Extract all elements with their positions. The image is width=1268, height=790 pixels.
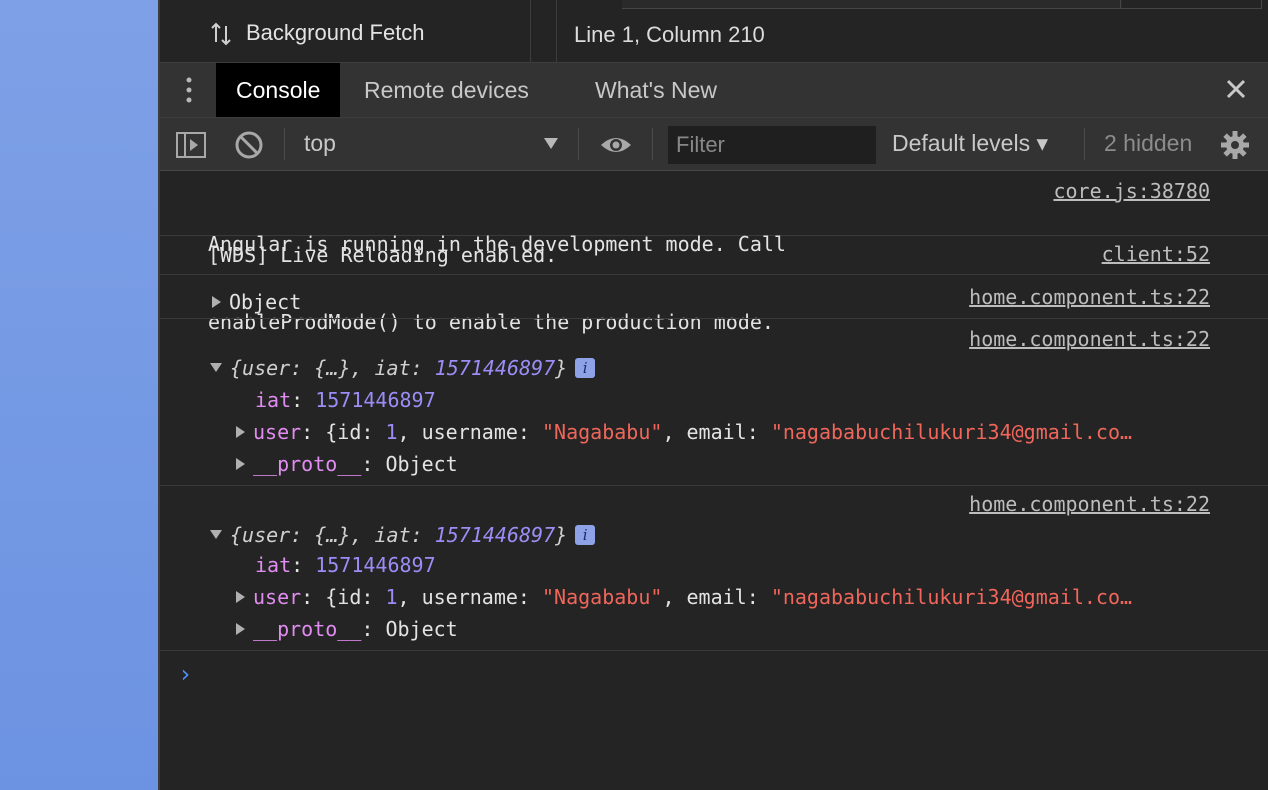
console-messages: Angular is running in the development mo… xyxy=(160,171,1268,651)
sidebar-item-background-fetch[interactable]: Background Fetch xyxy=(246,20,425,46)
page-background xyxy=(0,0,158,790)
more-tools-icon[interactable] xyxy=(184,75,194,105)
expand-triangle-icon[interactable] xyxy=(236,457,245,470)
console-toolbar: top Default levels ▾ 2 hidden xyxy=(160,118,1268,171)
split-resizer[interactable] xyxy=(532,0,557,62)
expand-triangle-icon[interactable] xyxy=(236,622,245,635)
gear-icon[interactable] xyxy=(1220,130,1250,160)
console-message: home.component.ts:22 {user: {…}, iat: 15… xyxy=(160,319,1268,486)
hidden-messages-count: 2 hidden xyxy=(1104,130,1193,156)
source-link[interactable]: home.component.ts:22 xyxy=(969,492,1210,516)
toolbar-separator xyxy=(284,128,285,160)
object-label: Object xyxy=(229,290,302,314)
collapse-triangle-icon[interactable] xyxy=(210,530,222,539)
object-summary[interactable]: {user: {…}, iat: 1571446897} i xyxy=(210,355,596,381)
console-message: Angular is running in the development mo… xyxy=(160,171,1268,334)
editor-scrollbar[interactable] xyxy=(622,0,1122,9)
toolbar-separator xyxy=(578,128,579,160)
drawer-tab-bar: Console Remote devices What's New xyxy=(160,63,1268,118)
application-sidebar: Background Fetch xyxy=(160,0,531,62)
property-row[interactable]: __proto__: Object xyxy=(236,451,458,477)
console-message: Object home.component.ts:22 xyxy=(160,275,1268,319)
source-link[interactable]: core.js:38780 xyxy=(1053,179,1210,203)
property-row: iat: 1571446897 xyxy=(255,553,436,577)
property-row[interactable]: user: {id: 1, username: "Nagababu", emai… xyxy=(236,584,1132,610)
console-prompt[interactable]: › xyxy=(178,660,192,688)
info-icon[interactable]: i xyxy=(575,524,596,545)
expand-triangle-icon[interactable] xyxy=(212,295,221,308)
cursor-position-status: Line 1, Column 210 xyxy=(574,22,765,47)
context-selector[interactable]: top xyxy=(304,130,336,157)
tab-console[interactable]: Console xyxy=(216,63,341,117)
devtools-panel: Background Fetch Line 1, Column 210 Cons… xyxy=(160,0,1268,790)
source-link[interactable]: client:52 xyxy=(1102,242,1210,266)
tab-whats-new[interactable]: What's New xyxy=(575,63,737,117)
filter-input[interactable] xyxy=(668,126,876,164)
editor-scrollbar-thumb[interactable] xyxy=(1120,0,1262,9)
expand-triangle-icon[interactable] xyxy=(236,590,245,603)
collapse-triangle-icon[interactable] xyxy=(210,363,222,372)
toolbar-separator xyxy=(652,128,653,160)
log-levels-dropdown[interactable]: Default levels ▾ xyxy=(892,130,1048,157)
object-summary[interactable]: {user: {…}, iat: 1571446897} i xyxy=(210,522,596,548)
tab-remote-devices[interactable]: Remote devices xyxy=(344,63,549,117)
expand-triangle-icon[interactable] xyxy=(236,425,245,438)
up-down-arrows-icon xyxy=(211,22,231,46)
chevron-down-icon[interactable] xyxy=(544,138,558,149)
object-row[interactable]: Object xyxy=(212,289,301,315)
console-message: [WDS] Live Reloading enabled. client:52 xyxy=(160,236,1268,275)
property-row[interactable]: user: {id: 1, username: "Nagababu", emai… xyxy=(236,419,1132,445)
toolbar-separator xyxy=(1084,128,1085,160)
property-row: iat: 1571446897 xyxy=(255,388,436,412)
devtools-main-area: Background Fetch Line 1, Column 210 xyxy=(160,0,1268,63)
info-icon[interactable]: i xyxy=(575,357,596,378)
source-link[interactable]: home.component.ts:22 xyxy=(969,285,1210,309)
sidebar-toggle-icon[interactable] xyxy=(176,130,206,160)
console-message: home.component.ts:22 {user: {…}, iat: 15… xyxy=(160,486,1268,651)
eye-icon[interactable] xyxy=(600,130,632,160)
message-text: [WDS] Live Reloading enabled. xyxy=(208,243,558,267)
close-icon[interactable] xyxy=(1224,77,1248,101)
clear-console-icon[interactable] xyxy=(234,130,264,160)
property-row[interactable]: __proto__: Object xyxy=(236,616,458,642)
source-link[interactable]: home.component.ts:22 xyxy=(969,327,1210,351)
